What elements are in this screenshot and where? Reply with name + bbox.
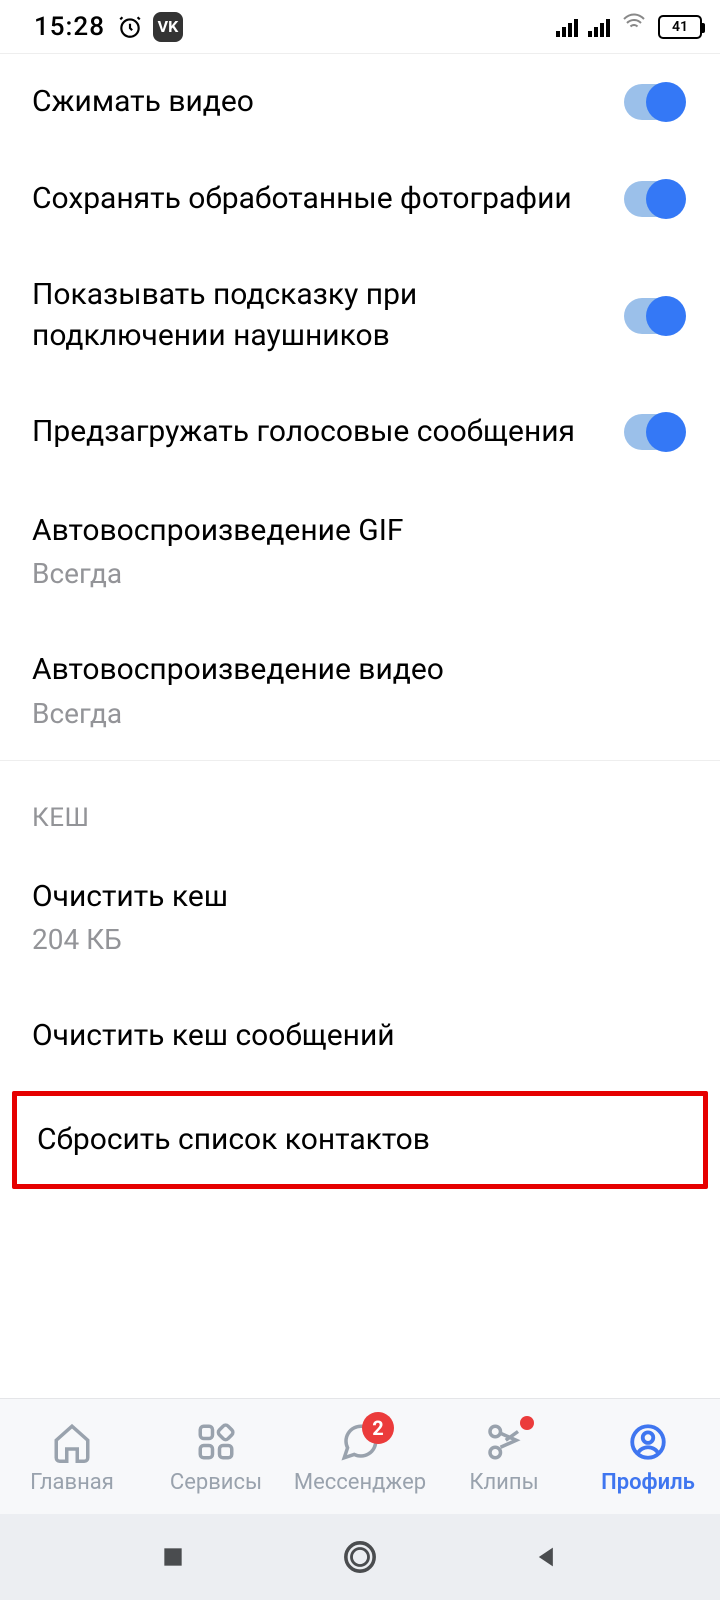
setting-label: Сжимать видео <box>32 82 600 123</box>
setting-clear-messages-cache[interactable]: Очистить кеш сообщений <box>0 986 720 1087</box>
setting-autoplay-video[interactable]: Автовоспроизведение видео Всегда <box>0 620 720 760</box>
vk-app-icon: VK <box>153 12 183 42</box>
wifi-icon <box>620 11 648 42</box>
setting-label: Очистить кеш <box>32 877 688 918</box>
nav-messenger[interactable]: 2 Мессенджер <box>288 1418 432 1495</box>
alarm-icon <box>117 14 143 40</box>
nav-profile[interactable]: Профиль <box>576 1418 720 1495</box>
notification-dot <box>520 1416 534 1430</box>
nav-home[interactable]: Главная <box>0 1418 144 1495</box>
battery-icon: 41 <box>658 15 702 39</box>
back-button[interactable] <box>530 1540 564 1574</box>
system-nav <box>0 1514 720 1600</box>
nav-label: Профиль <box>601 1470 695 1495</box>
setting-save-processed-photos[interactable]: Сохранять обработанные фотографии <box>0 151 720 248</box>
setting-autoplay-gif[interactable]: Автовоспроизведение GIF Всегда <box>0 481 720 621</box>
nav-label: Сервисы <box>170 1470 262 1495</box>
setting-label: Автовоспроизведение видео <box>32 650 688 691</box>
highlighted-setting: Сбросить список контактов <box>12 1091 708 1190</box>
setting-compress-video[interactable]: Сжимать видео <box>0 54 720 151</box>
status-bar: 15:28 VK 41 <box>0 0 720 54</box>
home-icon <box>48 1418 96 1466</box>
nav-label: Главная <box>30 1470 114 1495</box>
setting-label: Сбросить список контактов <box>37 1120 683 1161</box>
toggle-switch[interactable] <box>624 298 684 334</box>
home-button[interactable] <box>343 1540 377 1574</box>
profile-icon <box>624 1418 672 1466</box>
setting-value: Всегда <box>32 697 688 730</box>
setting-label: Очистить кеш сообщений <box>32 1016 688 1057</box>
setting-label: Предзагружать голосовые сообщения <box>32 412 600 453</box>
signal-icon-2 <box>588 17 610 37</box>
setting-value: 204 КБ <box>32 923 688 956</box>
setting-label: Автовоспроизведение GIF <box>32 511 688 552</box>
badge-count: 2 <box>362 1412 394 1444</box>
toggle-switch[interactable] <box>624 84 684 120</box>
setting-value: Всегда <box>32 557 688 590</box>
setting-headphones-hint[interactable]: Показывать подсказку при подключении нау… <box>0 247 720 384</box>
toggle-switch[interactable] <box>624 181 684 217</box>
nav-label: Мессенджер <box>294 1470 426 1495</box>
services-icon <box>192 1418 240 1466</box>
signal-icon <box>556 17 578 37</box>
setting-label: Сохранять обработанные фотографии <box>32 179 600 220</box>
nav-label: Клипы <box>469 1470 538 1495</box>
nav-clips[interactable]: Клипы <box>432 1418 576 1495</box>
section-header-cache: КЕШ <box>0 760 720 847</box>
statusbar-right: 41 <box>556 11 702 42</box>
statusbar-time: 15:28 <box>34 12 105 42</box>
setting-reset-contacts[interactable]: Сбросить список контактов <box>17 1096 703 1185</box>
setting-label: Показывать подсказку при подключении нау… <box>32 275 600 356</box>
setting-preload-voice[interactable]: Предзагружать голосовые сообщения <box>0 384 720 481</box>
toggle-switch[interactable] <box>624 414 684 450</box>
nav-services[interactable]: Сервисы <box>144 1418 288 1495</box>
bottom-nav: Главная Сервисы 2 Мессенджер Клипы Профи… <box>0 1398 720 1514</box>
recents-button[interactable] <box>156 1540 190 1574</box>
settings-content[interactable]: Сжимать видео Сохранять обработанные фот… <box>0 54 720 1398</box>
setting-clear-cache[interactable]: Очистить кеш 204 КБ <box>0 847 720 987</box>
